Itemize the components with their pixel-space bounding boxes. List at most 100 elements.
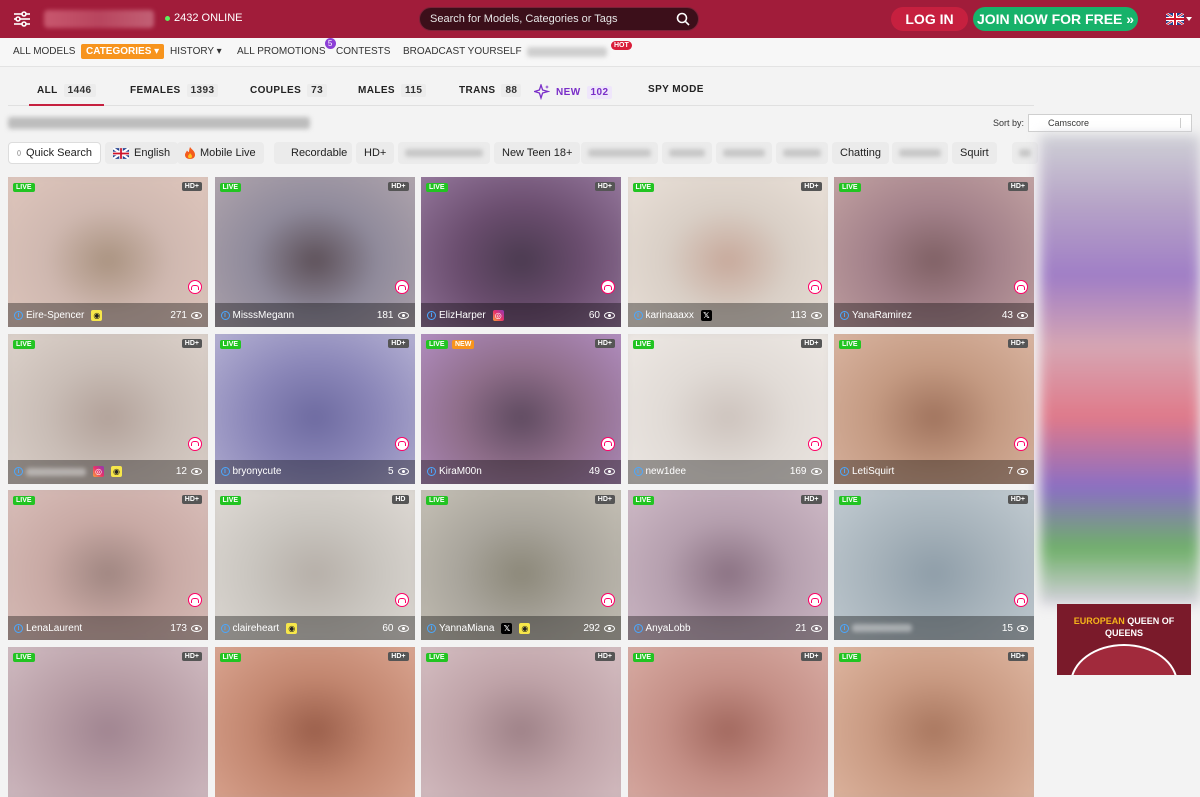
model-username-blurred[interactable] bbox=[852, 624, 912, 632]
nav-all-promotions[interactable]: ALL PROMOTIONS 5 bbox=[237, 38, 336, 57]
search-box[interactable] bbox=[419, 7, 699, 31]
filters-menu-icon[interactable] bbox=[8, 7, 36, 31]
blurred-chip[interactable] bbox=[581, 142, 658, 164]
model-card[interactable]: LIVE HD+ bbox=[421, 646, 621, 797]
model-username[interactable]: LenaLaurent bbox=[26, 623, 82, 634]
snapchat-icon[interactable]: ◉ bbox=[519, 622, 531, 634]
new-teen-chip[interactable]: New Teen 18+ bbox=[494, 142, 581, 164]
model-card[interactable]: LIVE HD+ i ◎ ◉ 12 bbox=[8, 333, 208, 484]
private-show-icon[interactable] bbox=[601, 436, 615, 451]
snapchat-icon[interactable]: ◉ bbox=[91, 309, 103, 321]
tab-new[interactable]: NEW 102 bbox=[534, 84, 613, 100]
tab-females[interactable]: FEMALES 1393 bbox=[130, 84, 219, 97]
model-card[interactable]: LIVE HD+ i Eire-Spencer ◉ 271 bbox=[8, 177, 208, 327]
model-username[interactable]: MisssMegann bbox=[233, 310, 295, 321]
model-card[interactable]: LIVE HD+ bbox=[214, 646, 415, 797]
info-icon[interactable]: i bbox=[427, 623, 436, 633]
search-icon[interactable] bbox=[676, 12, 690, 31]
hd-chip[interactable]: HD+ bbox=[356, 142, 395, 164]
model-card[interactable]: LIVE HD+ bbox=[627, 646, 828, 797]
model-username[interactable]: KiraM00n bbox=[439, 466, 482, 477]
blurred-chip[interactable] bbox=[1012, 142, 1038, 164]
blurred-chip[interactable] bbox=[398, 142, 490, 164]
info-icon[interactable]: i bbox=[14, 467, 23, 476]
private-show-icon[interactable] bbox=[1014, 436, 1028, 451]
private-show-icon[interactable] bbox=[807, 436, 822, 451]
info-icon[interactable]: i bbox=[427, 310, 436, 320]
tab-trans[interactable]: TRANS 88 bbox=[459, 84, 522, 97]
private-show-icon[interactable] bbox=[1014, 280, 1028, 294]
model-username[interactable]: LetiSquirt bbox=[852, 466, 894, 477]
private-show-icon[interactable] bbox=[601, 593, 615, 607]
model-card[interactable]: LIVE HD+ i AnyaLobb 21 bbox=[627, 490, 828, 640]
model-username[interactable]: ElizHarper bbox=[439, 310, 486, 321]
private-show-icon[interactable] bbox=[807, 593, 822, 607]
snapchat-icon[interactable]: ◉ bbox=[111, 466, 122, 477]
model-card[interactable]: LIVE HD+ i bryonycute 5 bbox=[214, 333, 415, 484]
nav-all-models[interactable]: ALL MODELS bbox=[13, 46, 75, 57]
sort-select[interactable]: Camscore bbox=[1028, 114, 1192, 132]
info-icon[interactable]: i bbox=[220, 623, 230, 633]
info-icon[interactable]: i bbox=[633, 623, 643, 633]
join-button[interactable]: JOIN NOW FOR FREE » bbox=[973, 7, 1138, 31]
instagram-icon[interactable]: ◎ bbox=[93, 466, 104, 477]
info-icon[interactable]: i bbox=[14, 310, 23, 320]
nav-broadcast-yourself[interactable]: BROADCAST YOURSELF bbox=[403, 46, 522, 57]
model-card[interactable]: LIVE HD+ i YannaMiana 𝕏 ◉ 292 bbox=[421, 490, 621, 640]
nav-categories[interactable]: CATEGORIES ▾ bbox=[81, 44, 165, 59]
info-icon[interactable]: i bbox=[840, 467, 849, 476]
blurred-chip[interactable] bbox=[892, 142, 948, 164]
private-show-icon[interactable] bbox=[807, 280, 822, 294]
x-icon[interactable]: 𝕏 bbox=[700, 309, 712, 321]
nav-contests[interactable]: CONTESTS bbox=[336, 46, 390, 57]
model-username[interactable]: new1dee bbox=[646, 466, 687, 477]
model-card[interactable]: LIVE HD+ bbox=[8, 646, 208, 797]
model-card[interactable]: LIVE HD i claireheart ◉ 60 bbox=[214, 490, 415, 640]
info-icon[interactable]: i bbox=[633, 310, 643, 320]
login-button[interactable]: LOG IN bbox=[891, 7, 968, 31]
info-icon[interactable]: i bbox=[220, 467, 230, 476]
private-show-icon[interactable] bbox=[1014, 593, 1028, 607]
squirt-chip[interactable]: Squirt bbox=[952, 142, 997, 164]
private-show-icon[interactable] bbox=[188, 280, 202, 294]
private-show-icon[interactable] bbox=[394, 593, 409, 607]
info-icon[interactable]: i bbox=[14, 623, 23, 633]
info-icon[interactable]: i bbox=[633, 467, 643, 476]
search-input[interactable] bbox=[430, 13, 670, 25]
model-username[interactable]: claireheart bbox=[233, 623, 280, 634]
model-card[interactable]: LIVE HD+ i ElizHarper ◎ 60 bbox=[421, 177, 621, 327]
tab-spy-mode[interactable]: SPY MODE bbox=[648, 84, 704, 95]
language-selector[interactable] bbox=[1166, 13, 1192, 25]
model-username[interactable]: bryonycute bbox=[233, 466, 282, 477]
model-username[interactable]: Eire-Spencer bbox=[26, 310, 84, 321]
promo-banner[interactable]: EUROPEAN QUEEN OF QUEENS bbox=[1057, 604, 1191, 675]
model-card[interactable]: LIVE HD+ bbox=[834, 646, 1034, 797]
info-icon[interactable]: i bbox=[840, 623, 849, 633]
info-icon[interactable]: i bbox=[220, 310, 230, 320]
private-show-icon[interactable] bbox=[188, 436, 202, 451]
quick-search-chip[interactable]: Quick Search bbox=[8, 142, 101, 164]
tab-all[interactable]: ALL 1446 bbox=[29, 84, 103, 106]
snapchat-icon[interactable]: ◉ bbox=[286, 622, 298, 634]
model-username[interactable]: YanaRamirez bbox=[852, 310, 912, 321]
blurred-chip[interactable] bbox=[776, 142, 828, 164]
nav-history[interactable]: HISTORY ▾ bbox=[170, 46, 222, 57]
model-card[interactable]: LIVE HD+ i karinaaaxx 𝕏 113 bbox=[627, 177, 828, 327]
model-username-blurred[interactable] bbox=[26, 467, 86, 476]
private-show-icon[interactable] bbox=[394, 436, 409, 451]
model-card[interactable]: LIVE HD+ i LenaLaurent 173 bbox=[8, 490, 208, 640]
blurred-chip[interactable] bbox=[662, 142, 712, 164]
private-show-icon[interactable] bbox=[394, 280, 409, 294]
side-banner[interactable] bbox=[1040, 135, 1200, 605]
model-card[interactable]: LIVE HD+ i 15 bbox=[834, 490, 1034, 640]
blurred-chip[interactable] bbox=[716, 142, 772, 164]
private-show-icon[interactable] bbox=[601, 280, 615, 294]
model-card[interactable]: LIVE NEW HD+ i KiraM00n 49 bbox=[421, 333, 621, 484]
model-username[interactable]: YannaMiana bbox=[439, 623, 494, 634]
nav-blurred-item[interactable] bbox=[527, 47, 607, 57]
private-show-icon[interactable] bbox=[188, 593, 202, 607]
mobile-live-chip[interactable]: Mobile Live bbox=[177, 142, 264, 164]
model-card[interactable]: LIVE HD+ i LetiSquirt 7 bbox=[834, 333, 1034, 484]
tab-couples[interactable]: COUPLES 73 bbox=[250, 84, 328, 97]
model-username[interactable]: karinaaaxx bbox=[646, 310, 694, 321]
